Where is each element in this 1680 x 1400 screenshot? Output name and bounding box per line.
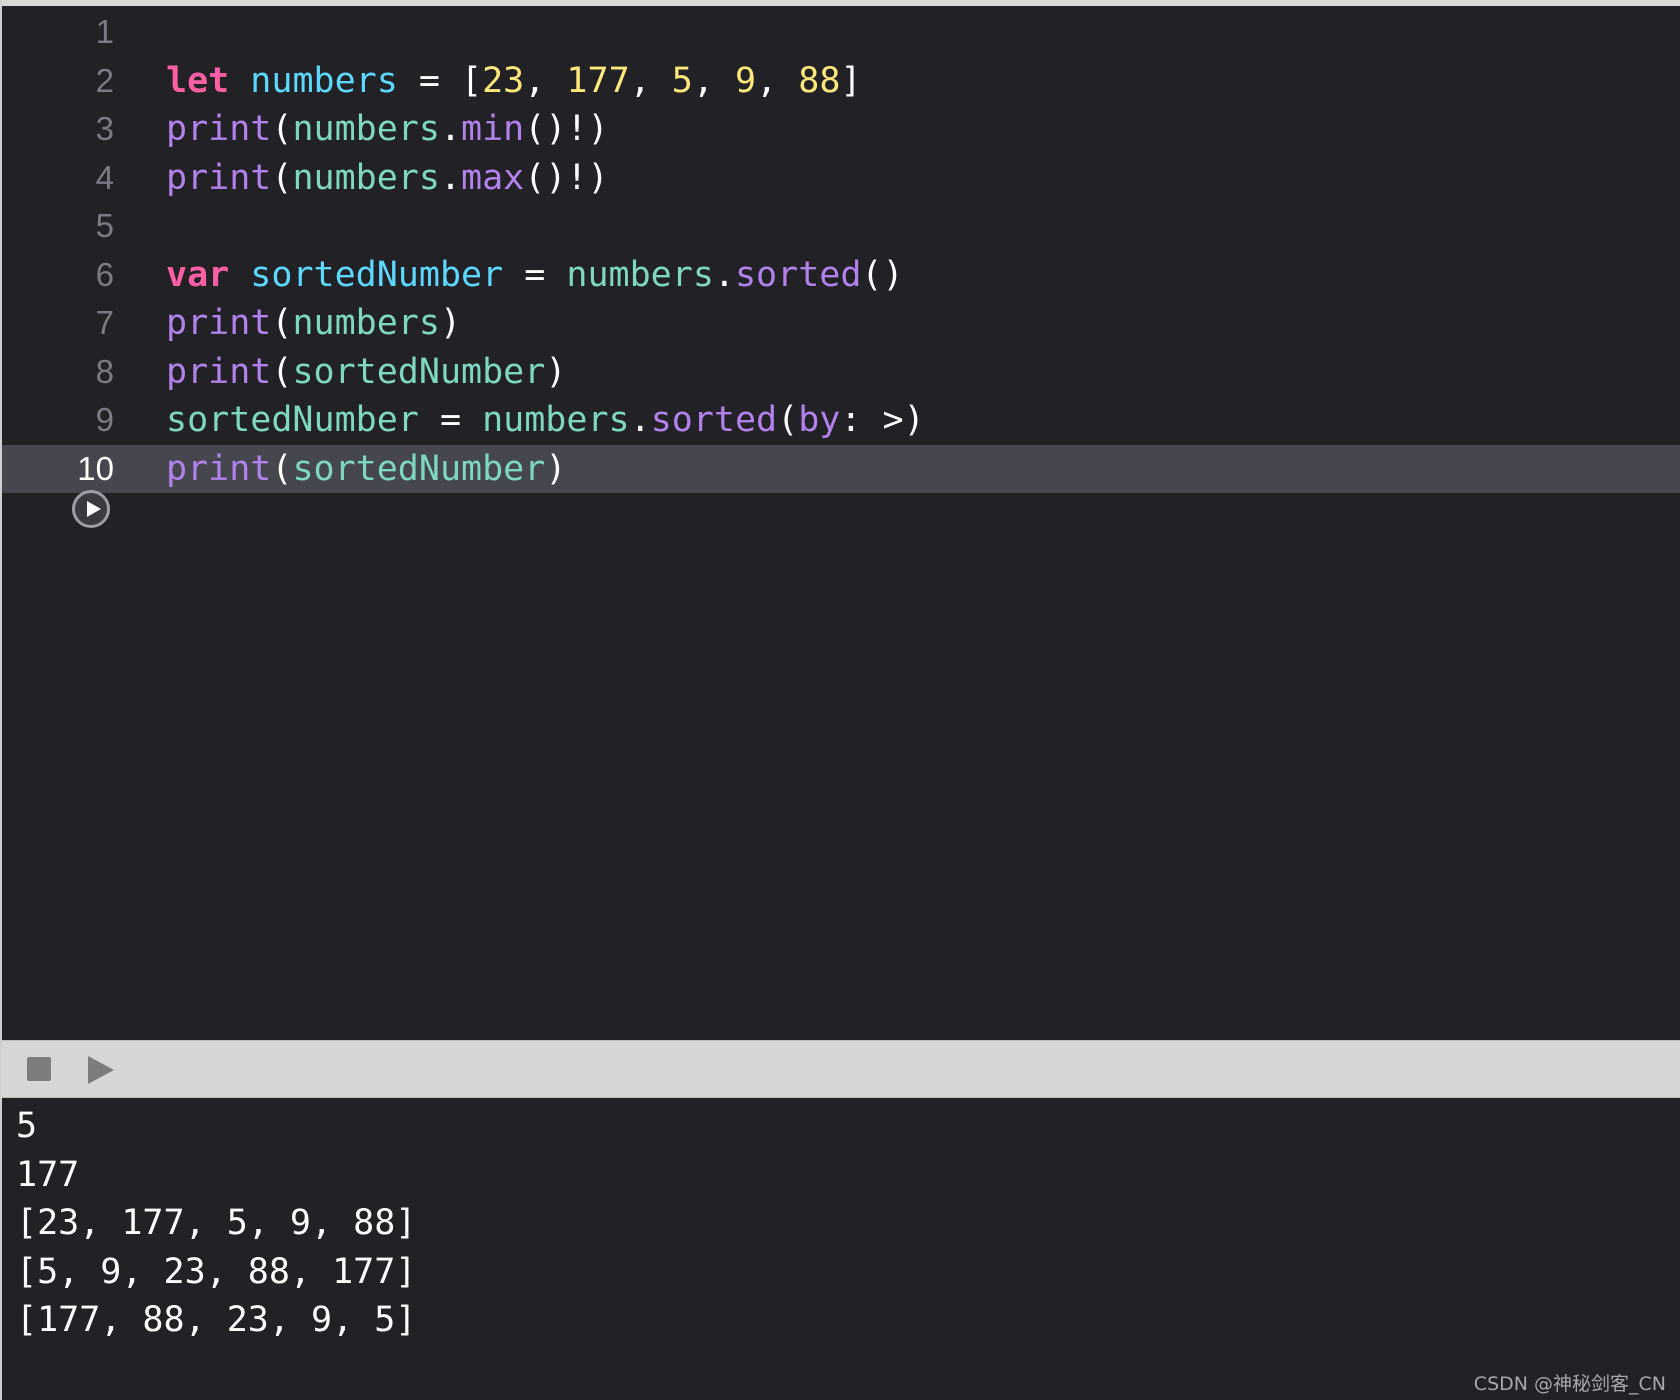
line-number: 8: [95, 352, 114, 390]
code-text: let numbers = [23, 177, 5, 9, 88]: [166, 57, 862, 105]
code-token: 5: [671, 60, 693, 101]
code-token: max: [461, 157, 525, 198]
code-token: 9: [735, 60, 757, 101]
code-token: (: [271, 351, 293, 392]
code-token: by: [798, 400, 841, 440]
code-token: ,: [692, 60, 736, 101]
code-line[interactable]: 7 print(numbers): [2, 299, 1680, 347]
code-token: numbers: [482, 400, 630, 440]
code-token: numbers: [250, 60, 398, 101]
code-token: ,: [524, 60, 567, 101]
code-token: ): [439, 303, 462, 343]
code-token: numbers: [292, 109, 440, 149]
line-number: 1: [95, 13, 114, 50]
code-token: =: [503, 254, 567, 295]
code-token: numbers: [566, 254, 714, 295]
code-token: numbers: [292, 157, 440, 198]
code-token: (: [271, 157, 293, 198]
line-number: 2: [95, 61, 114, 99]
code-token: sorted: [650, 400, 778, 440]
code-token: .: [439, 157, 462, 198]
console-line: 177: [16, 1154, 80, 1195]
code-token: (: [777, 400, 799, 440]
code-token: 177: [566, 60, 630, 101]
play-circle-icon: [87, 501, 101, 517]
code-line[interactable]: 2 let numbers = [23, 177, 5, 9, 88]: [2, 57, 1680, 105]
code-token: sortedNumber: [250, 254, 504, 295]
code-text: sortedNumber = numbers.sorted(by: >): [166, 396, 925, 444]
code-token: .: [629, 400, 651, 440]
code-line[interactable]: 4 print(numbers.max()!): [2, 154, 1680, 202]
code-token: sortedNumber: [292, 448, 546, 489]
line-number: 6: [95, 255, 114, 293]
window-left-border: [0, 0, 2, 1400]
code-token: (: [271, 448, 293, 489]
code-token: ()!): [524, 157, 609, 198]
code-line[interactable]: 9 sortedNumber = numbers.sorted(by: >): [2, 396, 1680, 444]
code-line[interactable]: 6 var sortedNumber = numbers.sorted(): [2, 251, 1680, 299]
code-token: .: [713, 254, 735, 295]
code-token: 23: [482, 60, 525, 101]
line-number: 7: [95, 304, 114, 341]
code-token: print: [166, 448, 272, 489]
code-token: print: [166, 351, 272, 392]
code-token: ,: [756, 60, 799, 101]
code-token: var: [166, 254, 230, 295]
code-line[interactable]: 5: [2, 202, 1680, 250]
line-number: 3: [95, 110, 114, 147]
code-token: .: [439, 109, 462, 149]
console-output[interactable]: CSDN @神秘剑客_CN 5 177 [23, 177, 5, 9, 88] [5,…: [2, 1098, 1680, 1400]
stop-icon: [27, 1057, 51, 1081]
code-token: =: [418, 400, 483, 440]
code-line[interactable]: 8 print(sortedNumber): [2, 348, 1680, 396]
code-text: print(sortedNumber): [166, 445, 566, 493]
line-number: 4: [95, 158, 114, 196]
code-text: print(sortedNumber): [166, 348, 566, 396]
console-line: [5, 9, 23, 88, 177]: [16, 1251, 417, 1292]
run-button[interactable]: [86, 1055, 116, 1085]
run-to-line-button[interactable]: [72, 490, 110, 528]
line-number: 10: [77, 449, 114, 487]
code-token: numbers: [292, 303, 440, 343]
play-icon: [88, 1056, 114, 1084]
code-text: print(numbers): [166, 299, 461, 347]
code-token: ()!): [524, 109, 609, 149]
console-line: 5: [16, 1106, 38, 1146]
code-text: var sortedNumber = numbers.sorted(): [166, 251, 904, 299]
code-token: sortedNumber: [166, 400, 419, 440]
code-line[interactable]: 10 print(sortedNumber): [2, 444, 1680, 493]
code-token: print: [166, 157, 272, 198]
code-token: sorted: [734, 254, 862, 295]
code-token: ): [545, 448, 567, 489]
debug-bar: [2, 1040, 1680, 1098]
code-token: ]: [840, 60, 862, 101]
code-text: print(numbers.max()!): [166, 154, 609, 202]
console-line: [23, 177, 5, 9, 88]: [16, 1203, 417, 1243]
code-token: (): [861, 254, 904, 295]
code-line[interactable]: 1: [2, 8, 1680, 56]
code-token: min: [461, 109, 525, 149]
line-number: 5: [95, 207, 114, 244]
code-token: = [: [397, 60, 483, 101]
code-token: print: [166, 109, 272, 149]
console-line: [177, 88, 23, 9, 5]: [16, 1300, 417, 1340]
code-token: (: [271, 303, 293, 343]
code-token: print: [166, 303, 272, 343]
line-number: 9: [95, 401, 114, 438]
code-token: : >): [840, 400, 925, 440]
code-token: (: [271, 109, 293, 149]
playground-window: 1 2 let numbers = [23, 177, 5, 9, 88] 3 prin…: [2, 6, 1680, 1400]
code-text: print(numbers.min()!): [166, 105, 609, 153]
code-token: sortedNumber: [292, 351, 546, 392]
code-token: 88: [798, 60, 841, 101]
watermark: CSDN @神秘剑客_CN: [1473, 1373, 1666, 1395]
code-editor[interactable]: 1 2 let numbers = [23, 177, 5, 9, 88] 3 prin…: [2, 6, 1680, 1040]
stop-button[interactable]: [26, 1056, 52, 1082]
code-line[interactable]: 3 print(numbers.min()!): [2, 105, 1680, 153]
code-token: let: [166, 60, 230, 101]
code-token: ,: [629, 60, 672, 101]
code-token: ): [545, 351, 567, 392]
